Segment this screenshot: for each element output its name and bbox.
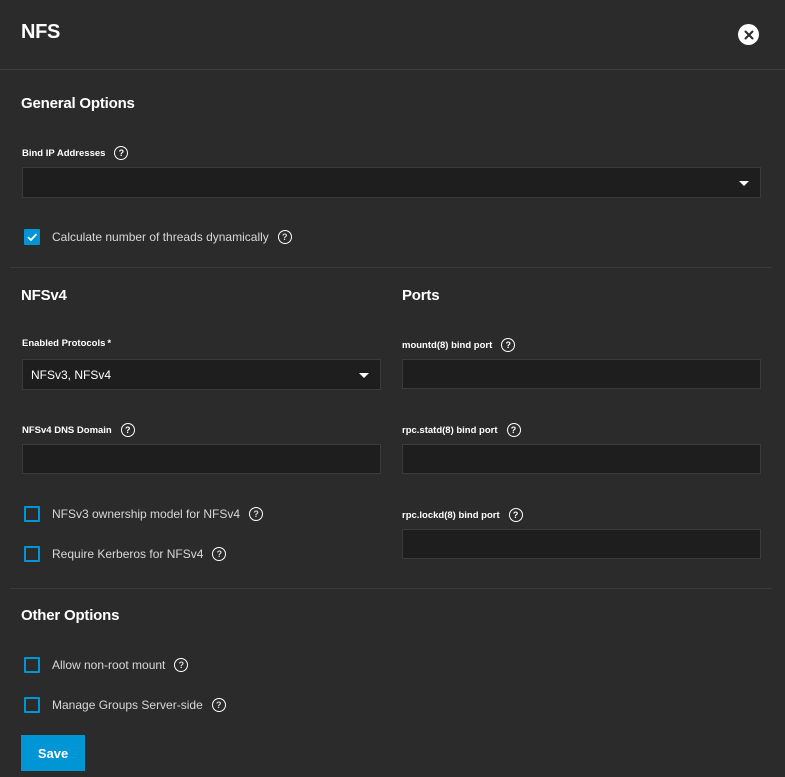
protocols-select[interactable]: NFSv3, NFSv4 — [22, 359, 381, 390]
statd-label: rpc.statd(8) bind port ? — [402, 423, 521, 437]
kerberos-label: Require Kerberos for NFSv4 — [52, 547, 204, 561]
lockd-label-text: rpc.lockd(8) bind port — [402, 509, 500, 521]
threads-checkbox[interactable] — [24, 229, 40, 245]
chevron-down-icon — [359, 373, 369, 378]
nfsv4-title: NFSv4 — [21, 287, 67, 304]
section-divider — [10, 267, 772, 268]
help-icon[interactable]: ? — [120, 423, 135, 437]
page-title: NFS — [21, 21, 61, 43]
dns-domain-input[interactable] — [22, 444, 381, 474]
nonroot-label: Allow non-root mount — [52, 658, 166, 672]
dialog-header: NFS — [0, 0, 785, 70]
lockd-port-input[interactable] — [402, 529, 761, 559]
mountd-label: mountd(8) bind port ? — [402, 338, 516, 352]
kerberos-option[interactable]: Require Kerberos for NFSv4 ? — [24, 546, 227, 562]
groups-option[interactable]: Manage Groups Server-side ? — [24, 697, 226, 713]
statd-port-input[interactable] — [402, 444, 761, 474]
bind-ip-label-text: Bind IP Addresses — [22, 147, 106, 159]
help-icon[interactable]: ? — [508, 508, 523, 522]
help-icon[interactable]: ? — [212, 547, 227, 561]
protocols-label: Enabled Protocols * — [22, 338, 111, 349]
bind-ip-label: Bind IP Addresses ? — [22, 146, 129, 160]
mountd-label-text: mountd(8) bind port — [402, 339, 493, 351]
threads-label: Calculate number of threads dynamically — [52, 230, 269, 244]
dns-domain-label: NFSv4 DNS Domain ? — [22, 423, 135, 437]
ownership-option[interactable]: NFSv3 ownership model for NFSv4 ? — [24, 506, 264, 522]
threads-option[interactable]: Calculate number of threads dynamically … — [24, 229, 292, 245]
close-icon — [744, 30, 753, 39]
general-options-title: General Options — [21, 95, 135, 112]
section-divider — [10, 588, 772, 589]
mountd-port-input[interactable] — [402, 359, 761, 389]
close-button[interactable] — [738, 24, 759, 45]
help-icon[interactable]: ? — [211, 698, 226, 712]
kerberos-checkbox[interactable] — [24, 546, 40, 562]
dns-domain-label-text: NFSv4 DNS Domain — [22, 424, 112, 436]
statd-label-text: rpc.statd(8) bind port — [402, 424, 498, 436]
groups-label: Manage Groups Server-side — [52, 698, 203, 712]
help-icon[interactable]: ? — [114, 146, 129, 160]
checkmark-icon — [27, 233, 38, 242]
ownership-label: NFSv3 ownership model for NFSv4 — [52, 507, 241, 521]
required-marker: * — [107, 338, 112, 349]
ports-title: Ports — [402, 287, 440, 304]
ownership-checkbox[interactable] — [24, 506, 40, 522]
groups-checkbox[interactable] — [24, 697, 40, 713]
help-icon[interactable]: ? — [249, 507, 264, 521]
chevron-down-icon — [739, 181, 749, 186]
help-icon[interactable]: ? — [174, 658, 189, 672]
help-icon[interactable]: ? — [506, 423, 521, 437]
bind-ip-select[interactable] — [22, 167, 761, 198]
other-options-title: Other Options — [21, 607, 120, 624]
help-icon[interactable]: ? — [277, 230, 292, 244]
protocols-label-text: Enabled Protocols — [22, 338, 106, 349]
lockd-label: rpc.lockd(8) bind port ? — [402, 508, 523, 522]
save-button[interactable]: Save — [21, 735, 85, 771]
nonroot-checkbox[interactable] — [24, 657, 40, 673]
nonroot-option[interactable]: Allow non-root mount ? — [24, 657, 189, 673]
help-icon[interactable]: ? — [501, 338, 516, 352]
protocols-value: NFSv3, NFSv4 — [31, 367, 112, 382]
